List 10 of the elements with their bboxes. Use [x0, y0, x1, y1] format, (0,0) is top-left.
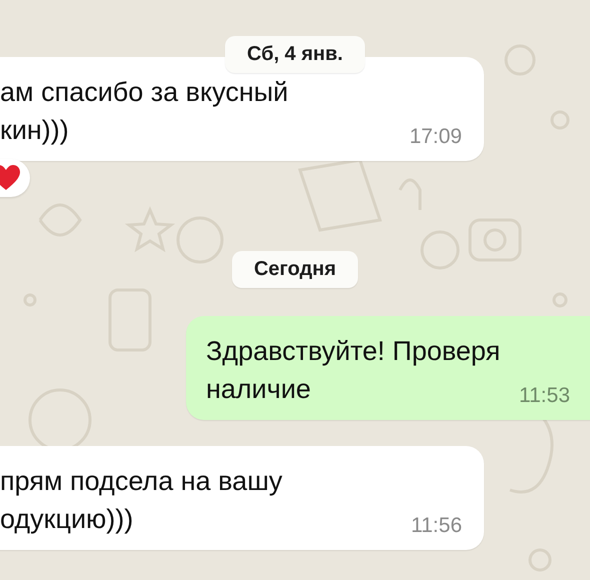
reaction-chip[interactable]	[0, 159, 30, 197]
date-chip: Сб, 4 янв.	[225, 36, 365, 73]
date-chip: Сегодня	[232, 251, 358, 288]
message-time: 11:56	[411, 514, 462, 538]
message-text: прям подсела на вашу одукцию)))	[0, 465, 282, 536]
message-time: 11:53	[519, 384, 570, 408]
heart-icon	[0, 165, 20, 191]
message-time: 17:09	[409, 125, 462, 149]
message-text: ам спасибо за вкусный кин)))	[0, 76, 288, 147]
message-text: Здравствуйте! Проверя наличие	[206, 335, 500, 406]
